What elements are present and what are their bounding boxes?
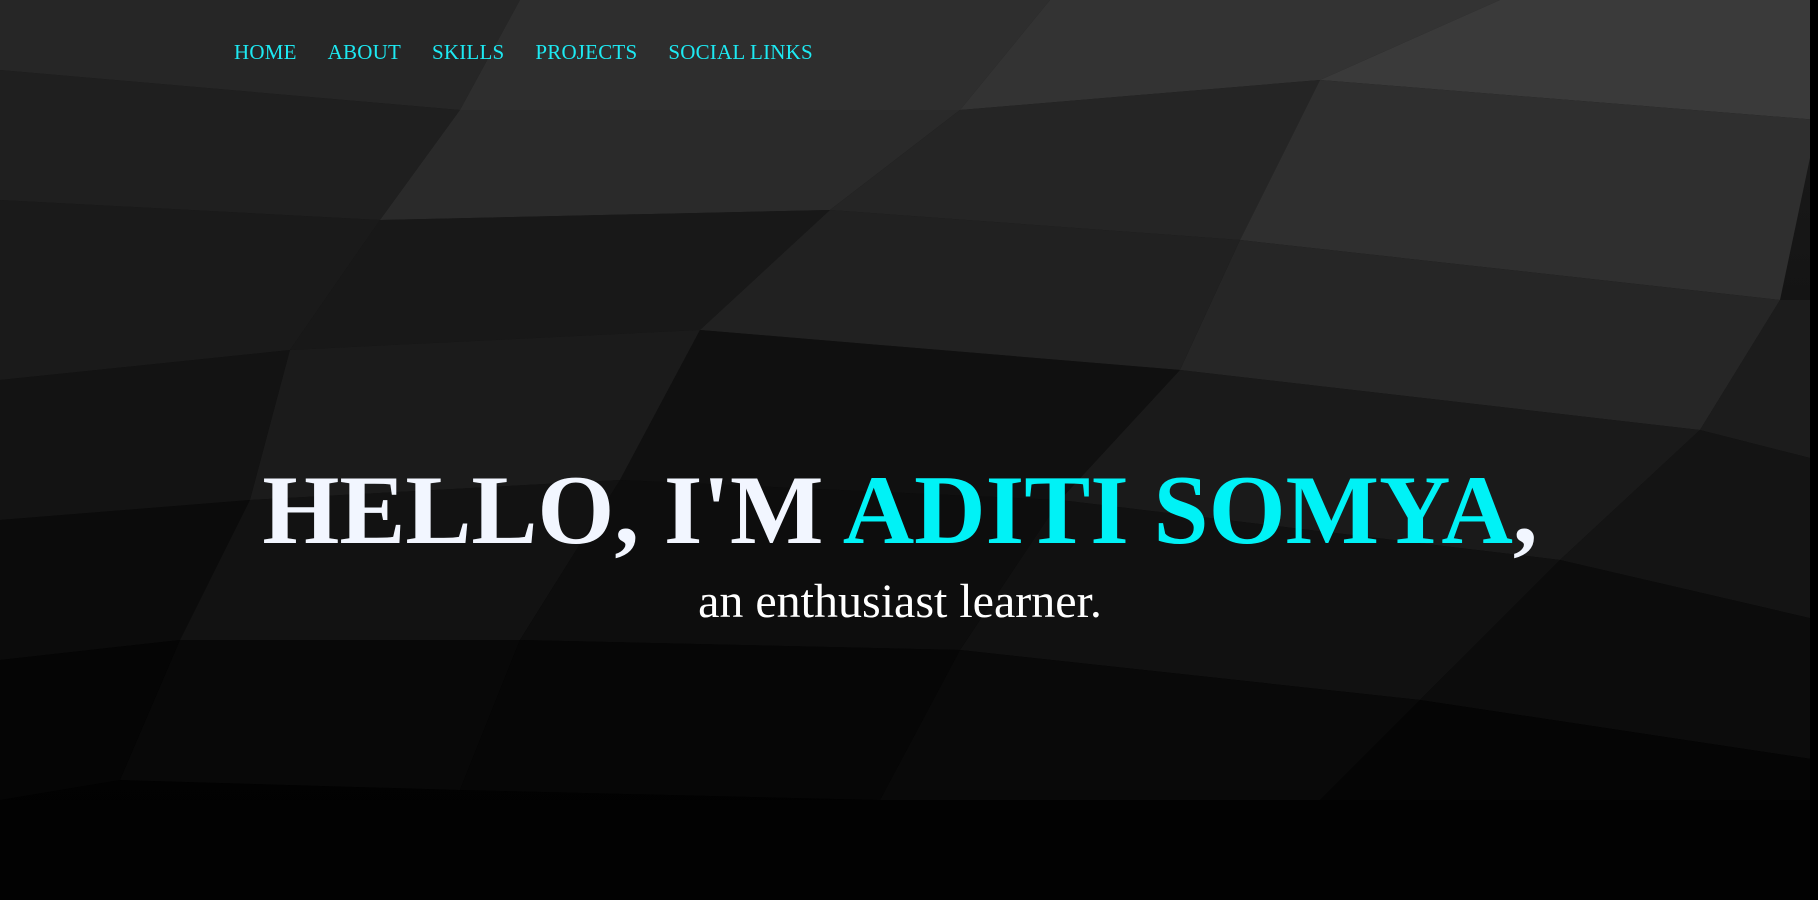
nav-social-links-link[interactable]: SOCIAL LINKS (668, 40, 813, 65)
top-navigation: HOME ABOUT SKILLS PROJECTS SOCIAL LINKS (234, 40, 844, 65)
hero-tagline: an enthusiast learner. (698, 575, 1102, 628)
nav-home-link[interactable]: HOME (234, 40, 297, 65)
hero-title: HELLO, I'M ADITI SOMYA, (0, 451, 1800, 571)
hero-section: HOME ABOUT SKILLS PROJECTS SOCIAL LINKS … (0, 0, 1818, 900)
nav-skills-link[interactable]: SKILLS (432, 40, 504, 65)
hero-trailing-comma: , (1512, 456, 1538, 566)
hero-name: ADITI SOMYA (842, 456, 1513, 566)
nav-projects-link[interactable]: PROJECTS (535, 40, 637, 65)
hero-greeting: HELLO, I'M (262, 456, 843, 566)
polygon-background (0, 0, 1818, 900)
nav-about-link[interactable]: ABOUT (328, 40, 401, 65)
